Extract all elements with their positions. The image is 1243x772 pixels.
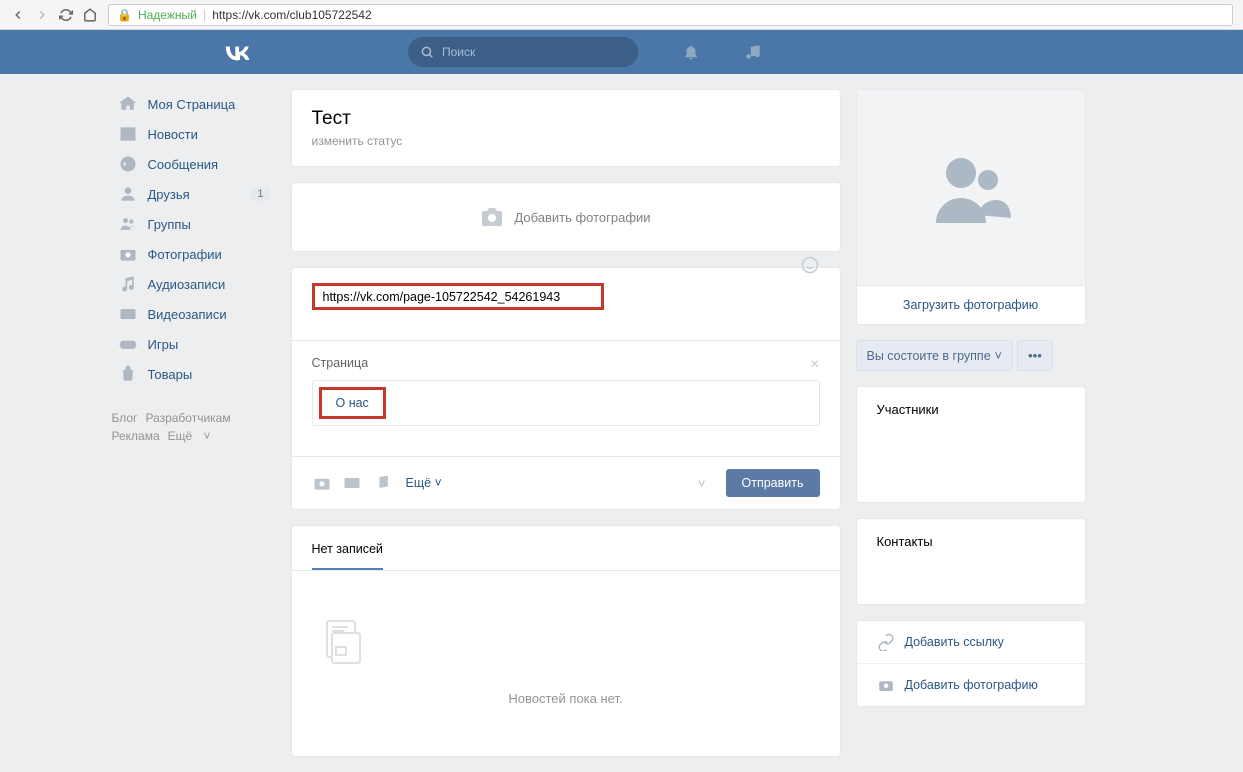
footer-dev[interactable]: Разработчикам — [145, 411, 230, 425]
home-icon — [118, 94, 138, 114]
actions-card: Добавить ссылку Добавить фотографию — [856, 620, 1086, 707]
camera-icon[interactable] — [312, 473, 332, 493]
footer-blog[interactable]: Блог — [112, 411, 138, 425]
group-header-card: Тест изменить статус — [291, 89, 841, 167]
contacts-card: Контакты — [856, 518, 1086, 605]
nav-photos[interactable]: Фотографии — [112, 239, 276, 269]
send-button[interactable]: Отправить — [726, 469, 820, 497]
members-title: Участники — [877, 402, 939, 417]
nav-friends[interactable]: Друзья1 — [112, 179, 276, 209]
groups-icon — [118, 214, 138, 234]
attach-label: Страница — [312, 356, 820, 370]
emoji-icon[interactable] — [800, 255, 820, 275]
chevron-down-icon[interactable]: ˅ — [698, 476, 706, 491]
nav-video[interactable]: Видеозаписи — [112, 299, 276, 329]
games-icon — [118, 334, 138, 354]
contacts-title: Контакты — [877, 534, 933, 549]
lock-icon: 🔒 — [117, 8, 132, 22]
member-button[interactable]: Вы состоите в группе ˅ — [856, 340, 1013, 371]
browser-toolbar: 🔒 Надежный | https://vk.com/club10572254… — [0, 0, 1243, 30]
search-box[interactable] — [408, 37, 638, 67]
search-input[interactable] — [442, 45, 626, 59]
audio-icon[interactable] — [372, 473, 392, 493]
vk-header — [0, 30, 1243, 74]
add-link[interactable]: Добавить ссылку — [857, 621, 1085, 663]
forward-icon[interactable] — [34, 7, 50, 23]
post-input-highlight — [312, 283, 604, 310]
close-icon[interactable]: × — [810, 356, 819, 374]
camera-icon — [118, 244, 138, 264]
nav-news[interactable]: Новости — [112, 119, 276, 149]
footer-ads[interactable]: Реклама — [112, 429, 160, 443]
link-icon — [877, 633, 895, 651]
vk-logo[interactable] — [222, 43, 262, 61]
reload-icon[interactable] — [58, 7, 74, 23]
post-compose: × Страница О нас Ещё ˅ ˅ Отправить — [291, 267, 841, 510]
attach-item[interactable]: О нас — [319, 387, 386, 419]
home-icon[interactable] — [82, 7, 98, 23]
camera-icon — [480, 205, 504, 229]
nav-games[interactable]: Игры — [112, 329, 276, 359]
add-photos-card[interactable]: Добавить фотографии — [291, 182, 841, 252]
members-card: Участники — [856, 386, 1086, 503]
camera-icon — [877, 676, 895, 694]
audio-icon — [118, 274, 138, 294]
upload-photo-link[interactable]: Загрузить фотографию — [857, 285, 1085, 324]
friends-count: 1 — [251, 187, 269, 201]
group-status[interactable]: изменить статус — [312, 134, 820, 148]
message-icon — [118, 154, 138, 174]
music-icon[interactable] — [744, 43, 762, 61]
video-icon[interactable] — [342, 473, 362, 493]
search-icon — [420, 45, 434, 59]
nav-my-page[interactable]: Моя Страница — [112, 89, 276, 119]
nav-audio[interactable]: Аудиозаписи — [112, 269, 276, 299]
nav-goods[interactable]: Товары — [112, 359, 276, 389]
footer-links: Блог Разработчикам Реклама Ещё ˅ — [112, 409, 276, 445]
more-button[interactable]: ••• — [1017, 340, 1053, 371]
post-input[interactable] — [323, 290, 593, 304]
no-posts-card: Нет записей Новостей пока нет. — [291, 525, 841, 757]
news-icon — [118, 124, 138, 144]
goods-icon — [118, 364, 138, 384]
photo-placeholder — [857, 90, 1085, 285]
people-icon — [926, 148, 1016, 228]
add-photo[interactable]: Добавить фотографию — [857, 663, 1085, 706]
empty-icon — [312, 611, 820, 671]
chevron-down-icon: ˅ — [995, 349, 1002, 363]
attach-box: О нас — [312, 380, 820, 426]
address-bar[interactable]: 🔒 Надежный | https://vk.com/club10572254… — [108, 4, 1233, 26]
empty-text: Новостей пока нет. — [312, 691, 820, 706]
nav-groups[interactable]: Группы — [112, 209, 276, 239]
more-link[interactable]: Ещё ˅ — [406, 476, 442, 490]
nav-messages[interactable]: Сообщения — [112, 149, 276, 179]
url-text: https://vk.com/club105722542 — [212, 8, 371, 22]
add-photos-label: Добавить фотографии — [514, 210, 650, 225]
friends-icon — [118, 184, 138, 204]
back-icon[interactable] — [10, 7, 26, 23]
left-nav: Моя Страница Новости Сообщения Друзья1 Г… — [112, 89, 276, 772]
video-icon — [118, 304, 138, 324]
group-title: Тест — [312, 108, 820, 130]
footer-more[interactable]: Ещё ˅ — [168, 429, 211, 443]
bell-icon[interactable] — [682, 43, 700, 61]
membership-row: Вы состоите в группе ˅ ••• — [856, 340, 1086, 371]
group-photo-card: Загрузить фотографию — [856, 89, 1086, 325]
tab-no-posts[interactable]: Нет записей — [312, 542, 383, 570]
secure-label: Надежный — [138, 8, 197, 22]
